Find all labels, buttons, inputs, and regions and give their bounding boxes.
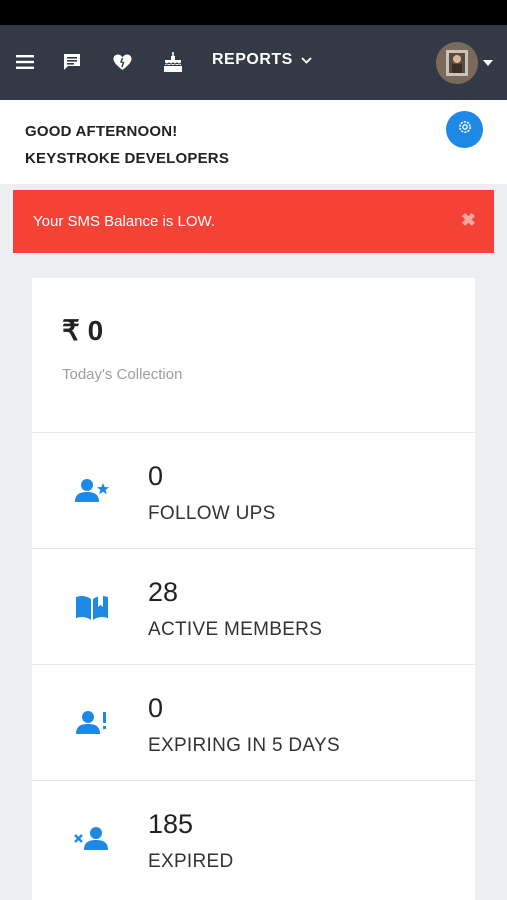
reports-label: REPORTS bbox=[212, 51, 293, 68]
stat-label: FOLLOW UPS bbox=[148, 503, 276, 524]
greeting-text: GOOD AFTERNOON! bbox=[25, 123, 178, 140]
gear-icon bbox=[457, 119, 473, 140]
alert-message: Your SMS Balance is LOW. bbox=[33, 213, 216, 230]
stat-value: 0 bbox=[148, 461, 164, 491]
avatar-dropdown-caret[interactable] bbox=[483, 60, 493, 66]
stat-row-follow-ups[interactable]: 0 FOLLOW UPS bbox=[32, 432, 475, 548]
greeting-bar: GOOD AFTERNOON! KEYSTROKE DEVELOPERS bbox=[0, 100, 507, 184]
user-remove-icon bbox=[74, 821, 110, 857]
stat-label: ACTIVE MEMBERS bbox=[148, 619, 323, 640]
top-navbar: REPORTS bbox=[0, 25, 507, 100]
message-icon[interactable] bbox=[59, 49, 85, 75]
user-alert-icon bbox=[74, 705, 110, 741]
stat-label: EXPIRED bbox=[148, 851, 234, 872]
company-name: KEYSTROKE DEVELOPERS bbox=[25, 150, 230, 167]
status-bar bbox=[0, 0, 507, 25]
close-icon[interactable]: ✖ bbox=[461, 210, 476, 231]
user-star-icon bbox=[74, 473, 110, 509]
stat-value: 185 bbox=[148, 809, 194, 839]
stat-value: 28 bbox=[148, 577, 179, 607]
stat-row-expired[interactable]: 185 EXPIRED bbox=[32, 780, 475, 896]
birthday-cake-icon[interactable] bbox=[160, 49, 186, 75]
stat-value: 0 bbox=[148, 693, 164, 723]
chevron-down-icon bbox=[301, 51, 312, 69]
open-book-icon bbox=[74, 589, 110, 625]
stat-label: EXPIRING IN 5 DAYS bbox=[148, 735, 340, 756]
collection-label: Today's Collection bbox=[62, 366, 183, 383]
stat-row-active-members[interactable]: 28 ACTIVE MEMBERS bbox=[32, 548, 475, 664]
reports-menu[interactable]: REPORTS bbox=[212, 51, 312, 69]
stat-row-expiring[interactable]: 0 EXPIRING IN 5 DAYS bbox=[32, 664, 475, 780]
heart-icon[interactable] bbox=[109, 49, 135, 75]
sms-balance-alert: Your SMS Balance is LOW. ✖ bbox=[13, 190, 494, 253]
settings-button[interactable] bbox=[446, 111, 483, 148]
collection-amount: ₹ 0 bbox=[62, 315, 104, 346]
menu-icon[interactable] bbox=[12, 49, 38, 75]
avatar[interactable] bbox=[436, 42, 478, 84]
dashboard-card: ₹ 0 Today's Collection 0 FOLLOW UPS 28 A… bbox=[32, 278, 475, 900]
